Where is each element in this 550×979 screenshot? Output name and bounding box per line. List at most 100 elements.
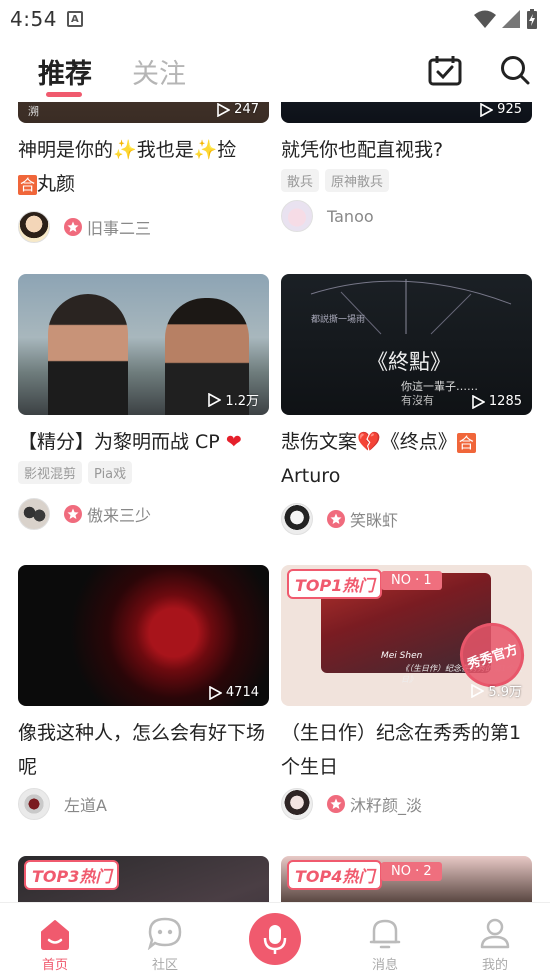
card-author[interactable]: 左道A: [18, 788, 269, 820]
signal-icon: [502, 10, 520, 28]
calendar-check-icon[interactable]: [428, 54, 462, 86]
play-count: 5.9万: [471, 681, 522, 700]
feed-card[interactable]: 溯 247 神明是你的✨我也是✨捡合丸颜 旧事二三: [18, 102, 269, 243]
card-title[interactable]: 就凭你也配直视我?: [281, 133, 532, 167]
active-tab-indicator: [46, 92, 82, 97]
tab-recommend-label: 推荐: [38, 59, 92, 90]
card-author[interactable]: 笑眯虾: [281, 503, 532, 535]
avatar[interactable]: [18, 211, 50, 243]
card-title[interactable]: 神明是你的✨我也是✨捡合丸颜: [18, 133, 269, 201]
author-name: 左道A: [64, 796, 107, 815]
avatar[interactable]: [281, 200, 313, 232]
video-thumbnail[interactable]: 《（生日作）纪念在秀秀的第1个生日》 Mei Shen TOP1热门 NO · …: [281, 565, 532, 706]
author-name: 傲来三少: [87, 506, 152, 525]
feed-card[interactable]: 《（生日作）纪念在秀秀的第1个生日》 Mei Shen TOP1热门 NO · …: [281, 565, 532, 820]
play-icon: [209, 685, 222, 700]
card-author[interactable]: 沐籽颜_淡: [281, 788, 532, 820]
search-icon[interactable]: [500, 55, 530, 85]
title-text: 悲伤文案: [281, 431, 358, 453]
play-icon: [471, 683, 485, 698]
avatar[interactable]: [281, 503, 313, 535]
card-author[interactable]: 旧事二三: [18, 211, 269, 243]
sparkle-icon: ✨: [113, 139, 137, 161]
video-thumbnail[interactable]: 925: [281, 102, 532, 123]
nav-record[interactable]: [220, 903, 330, 979]
card-title[interactable]: 【精分】为黎明而战 CP ❤: [18, 425, 269, 459]
star-badge-icon: [64, 218, 82, 236]
play-icon: [208, 392, 222, 407]
tag[interactable]: 散兵: [281, 169, 320, 192]
nav-profile[interactable]: 我的: [440, 903, 550, 979]
play-count: 1285: [472, 394, 522, 409]
broken-heart-icon: 💔: [357, 431, 381, 453]
video-thumbnail[interactable]: 1.2万: [18, 274, 269, 415]
top-hot-badge: TOP4热门: [287, 860, 383, 890]
nav-community-label: 社区: [151, 958, 178, 973]
card-author[interactable]: Tanoo: [281, 200, 532, 232]
video-thumbnail[interactable]: 都説撕一場雨 《終點》 你這一輩子…… 有沒有 1285: [281, 274, 532, 415]
rank-badge: NO · 2: [381, 862, 442, 881]
feed-card[interactable]: 都説撕一場雨 《終點》 你這一輩子…… 有沒有 1285 悲伤文案💔《终点》合 A…: [281, 274, 532, 535]
nav-home[interactable]: 首页: [0, 903, 110, 979]
card-tags: 散兵 原神散兵: [281, 169, 532, 192]
video-thumbnail[interactable]: TOP3热门: [18, 856, 269, 902]
feed-card[interactable]: 1.2万 【精分】为黎明而战 CP ❤ 影视混剪 Pia戏 傲来三少: [18, 274, 269, 530]
tag[interactable]: 影视混剪: [18, 461, 83, 484]
video-thumbnail[interactable]: 溯 247: [18, 102, 269, 123]
nav-community[interactable]: 社区: [110, 903, 220, 979]
card-title[interactable]: （生日作）纪念在秀秀的第1个生日: [281, 716, 532, 784]
avatar[interactable]: [18, 498, 50, 530]
top-hot-badge: TOP1热门: [287, 569, 383, 599]
bottom-nav: 首页 社区 消息 我的: [0, 902, 550, 979]
thumb-text: 《終點》: [367, 350, 451, 374]
tag[interactable]: 原神散兵: [325, 169, 390, 192]
title-text: Arturo: [281, 465, 341, 487]
top-hot-badge: TOP3热门: [24, 860, 120, 890]
tab-recommend[interactable]: 推荐: [38, 40, 92, 97]
avatar[interactable]: [281, 788, 313, 820]
play-count-value: 1.2万: [225, 394, 259, 409]
feed-card[interactable]: TOP3热门: [18, 856, 269, 902]
heart-icon: ❤: [225, 431, 242, 453]
play-icon: [472, 394, 485, 409]
header-actions: [428, 54, 530, 86]
play-count: 925: [480, 102, 522, 117]
author-name: 笑眯虾: [350, 511, 399, 530]
title-text: 丸颜: [37, 173, 76, 195]
play-icon: [217, 102, 231, 117]
a-icon: A: [66, 11, 83, 27]
feed-card[interactable]: TOP4热门 NO · 2: [281, 856, 532, 902]
status-bar: 4:54 A: [0, 0, 550, 38]
title-text: 捡: [217, 139, 237, 161]
tag[interactable]: Pia戏: [88, 461, 133, 484]
tab-follow[interactable]: 关注: [132, 40, 186, 91]
microphone-icon: [263, 925, 287, 954]
feed-card[interactable]: 925 就凭你也配直视我? 散兵 原神散兵 Tanoo: [281, 102, 532, 232]
play-count-value: 925: [497, 102, 522, 117]
video-feed[interactable]: 溯 247 神明是你的✨我也是✨捡合丸颜 旧事二三 925 就凭你也配直视我? …: [0, 102, 550, 902]
bell-icon: [369, 919, 401, 949]
author-name: 沐籽颜_淡: [350, 796, 423, 815]
thumb-corner-text: 溯: [28, 105, 39, 118]
card-title[interactable]: 悲伤文案💔《终点》合 Arturo: [281, 425, 532, 493]
chat-bubble-icon: [147, 917, 182, 950]
profile-icon: [480, 918, 510, 949]
play-count: 1.2万: [208, 390, 259, 409]
avatar[interactable]: [18, 788, 50, 820]
title-text: 神明是你的: [18, 139, 114, 161]
home-icon: [41, 920, 69, 950]
he-emoji-icon: 合: [456, 432, 476, 453]
top-hot-badge-label: TOP3热门: [32, 867, 112, 886]
feed-card[interactable]: 4714 像我这种人，怎么会有好下场呢 左道A: [18, 565, 269, 820]
card-tags: 影视混剪 Pia戏: [18, 461, 269, 484]
record-button[interactable]: [249, 913, 301, 965]
video-thumbnail[interactable]: 4714: [18, 565, 269, 706]
thumb-text: Mei Shen: [381, 651, 423, 661]
video-thumbnail[interactable]: TOP4热门 NO · 2: [281, 856, 532, 902]
nav-messages[interactable]: 消息: [330, 903, 440, 979]
card-author[interactable]: 傲来三少: [18, 498, 269, 530]
wifi-icon: [474, 10, 496, 28]
sparkle-icon: ✨: [193, 139, 218, 161]
card-title[interactable]: 像我这种人，怎么会有好下场呢: [18, 716, 269, 784]
play-count-value: 1285: [488, 394, 522, 409]
